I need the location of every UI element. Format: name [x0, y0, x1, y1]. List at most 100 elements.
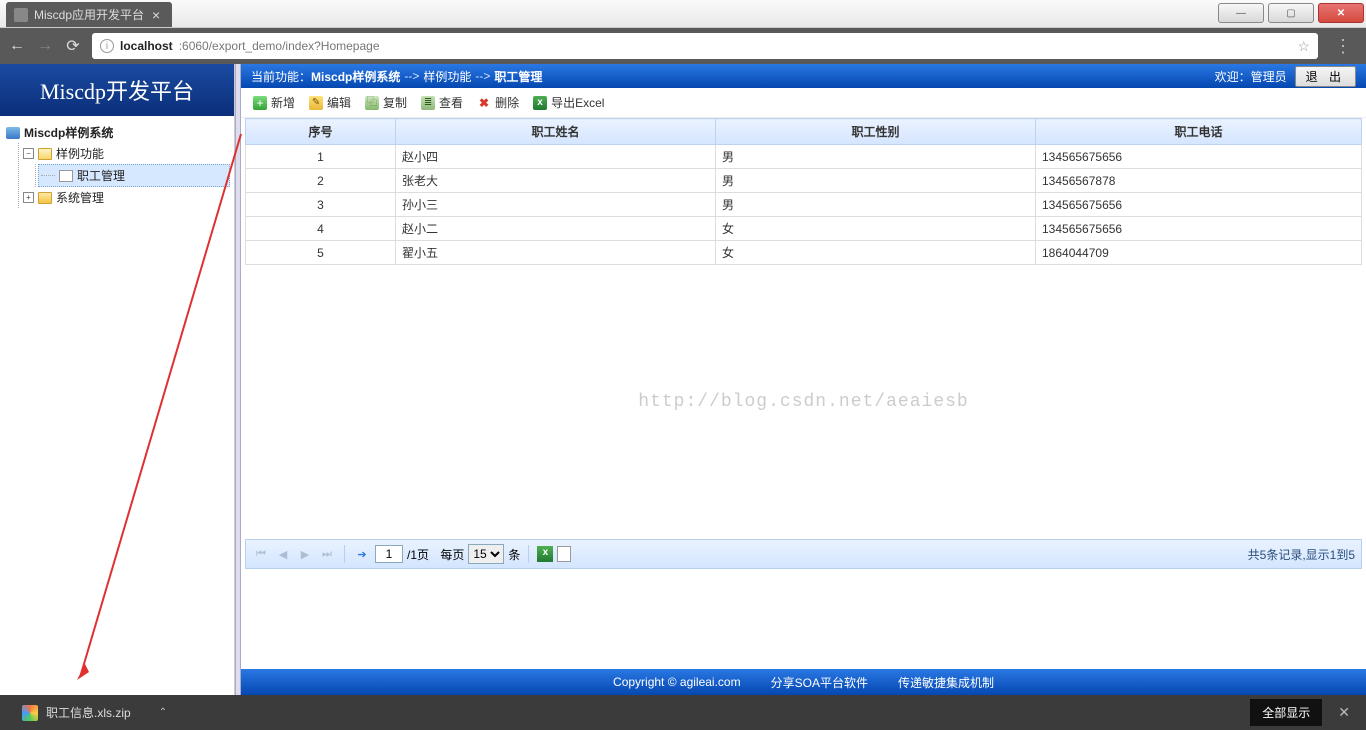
tree-node-system[interactable]: + 系统管理	[21, 187, 230, 208]
tree-root[interactable]: Miscdp样例系统	[4, 122, 230, 143]
url-path: :6060/export_demo/index?Homepage	[179, 39, 380, 53]
cell-phone: 134565675656	[1036, 145, 1362, 169]
breadcrumb-sep: -->	[475, 69, 490, 83]
window-close-button[interactable]: ✕	[1318, 3, 1364, 23]
col-name[interactable]: 职工姓名	[396, 119, 716, 145]
pager-perpage-pre: 每页	[440, 546, 464, 563]
col-phone[interactable]: 职工电话	[1036, 119, 1362, 145]
view-icon	[421, 96, 435, 110]
tab-favicon-icon	[14, 8, 28, 22]
pager-total-pages: /1页	[407, 546, 429, 563]
nav-forward-icon[interactable]: →	[36, 37, 54, 55]
server-icon	[6, 127, 20, 139]
edit-label: 编辑	[327, 94, 351, 111]
folder-icon	[38, 192, 52, 204]
tab-title: Miscdp应用开发平台	[34, 6, 144, 23]
tree-collapse-icon[interactable]: −	[23, 148, 34, 159]
add-button[interactable]: 新增	[253, 94, 295, 111]
pager-bar: ⏮ ◀ ▶ ⏭ ➔ /1页 每页 15 条 共5条记录,显示1到5	[245, 539, 1362, 569]
footer-slogan2: 传递敏捷集成机制	[898, 674, 994, 691]
download-bar: 职工信息.xls.zip ⌃ 全部显示 ✕	[0, 695, 1366, 730]
browser-nav-bar: ← → ⟳ i localhost:6060/export_demo/index…	[0, 28, 1366, 64]
edit-button[interactable]: 编辑	[309, 94, 351, 111]
edit-icon	[309, 96, 323, 110]
table-header-row: 序号 职工姓名 职工性别 职工电话	[246, 119, 1362, 145]
view-button[interactable]: 查看	[421, 94, 463, 111]
pager-export-icon[interactable]	[537, 546, 553, 562]
add-label: 新增	[271, 94, 295, 111]
table-row[interactable]: 3孙小三男134565675656	[246, 193, 1362, 217]
nav-tree: Miscdp样例系统 − 样例功能 职工管理 +	[0, 116, 234, 214]
browser-tab[interactable]: Miscdp应用开发平台 ×	[6, 2, 172, 27]
cell-idx: 5	[246, 241, 396, 265]
site-info-icon[interactable]: i	[100, 39, 114, 53]
pager-prev-icon[interactable]: ◀	[274, 545, 292, 563]
download-bar-close-icon[interactable]: ✕	[1332, 704, 1356, 721]
nav-back-icon[interactable]: ←	[8, 37, 26, 55]
bookmark-star-icon[interactable]: ☆	[1297, 38, 1310, 55]
welcome-text: 欢迎：管理员	[1215, 68, 1287, 85]
tree-leaf-employee[interactable]: 职工管理	[38, 164, 230, 187]
excel-icon	[533, 96, 547, 110]
browser-menu-icon[interactable]: ⋮	[1328, 36, 1358, 57]
download-menu-icon[interactable]: ⌃	[159, 707, 167, 718]
download-item[interactable]: 职工信息.xls.zip ⌃	[10, 700, 179, 725]
cell-phone: 134565675656	[1036, 193, 1362, 217]
export-excel-button[interactable]: 导出Excel	[533, 94, 604, 111]
breadcrumb-mid: 样例功能	[423, 68, 471, 85]
breadcrumb-bar: 当前功能： Miscdp样例系统 --> 样例功能 --> 职工管理 欢迎：管理…	[241, 64, 1366, 88]
pager-go-icon[interactable]: ➔	[353, 545, 371, 563]
pager-first-icon[interactable]: ⏮	[252, 545, 270, 563]
logout-button[interactable]: 退 出	[1295, 66, 1356, 87]
window-minimize-button[interactable]: —	[1218, 3, 1264, 23]
tree-node-system-label: 系统管理	[56, 189, 104, 206]
cell-gender: 女	[716, 241, 1036, 265]
address-bar[interactable]: i localhost:6060/export_demo/index?Homep…	[92, 33, 1318, 59]
tree-expand-icon[interactable]: +	[23, 192, 34, 203]
breadcrumb-leaf: 职工管理	[494, 68, 542, 85]
show-all-downloads-button[interactable]: 全部显示	[1250, 699, 1322, 726]
cell-idx: 4	[246, 217, 396, 241]
pager-next-icon[interactable]: ▶	[296, 545, 314, 563]
cell-gender: 女	[716, 217, 1036, 241]
delete-label: 删除	[495, 94, 519, 111]
pager-doc-icon[interactable]	[557, 546, 571, 562]
window-maximize-button[interactable]: ▢	[1268, 3, 1314, 23]
zip-file-icon	[22, 705, 38, 721]
cell-phone: 13456567878	[1036, 169, 1362, 193]
window-titlebar: Miscdp应用开发平台 × — ▢ ✕	[0, 0, 1366, 28]
table-row[interactable]: 2张老大男13456567878	[246, 169, 1362, 193]
delete-button[interactable]: 删除	[477, 94, 519, 111]
col-gender[interactable]: 职工性别	[716, 119, 1036, 145]
copy-button[interactable]: 复制	[365, 94, 407, 111]
footer-bar: Copyright © agileai.com 分享SOA平台软件 传递敏捷集成…	[241, 669, 1366, 695]
cell-gender: 男	[716, 193, 1036, 217]
breadcrumb-root: Miscdp样例系统	[311, 68, 400, 85]
tree-root-label: Miscdp样例系统	[24, 124, 113, 141]
document-icon	[59, 170, 73, 182]
pager-pagesize-select[interactable]: 15	[468, 544, 504, 564]
tab-close-icon[interactable]: ×	[150, 7, 162, 23]
cell-phone: 1864044709	[1036, 241, 1362, 265]
cell-gender: 男	[716, 145, 1036, 169]
table-row[interactable]: 1赵小四男134565675656	[246, 145, 1362, 169]
main-panel: 当前功能： Miscdp样例系统 --> 样例功能 --> 职工管理 欢迎：管理…	[241, 64, 1366, 695]
nav-reload-icon[interactable]: ⟳	[64, 37, 82, 55]
pager-last-icon[interactable]: ⏭	[318, 545, 336, 563]
breadcrumb-sep: -->	[404, 69, 419, 83]
export-label: 导出Excel	[551, 94, 604, 111]
table-row[interactable]: 4赵小二女134565675656	[246, 217, 1362, 241]
cell-idx: 3	[246, 193, 396, 217]
footer-slogan1: 分享SOA平台软件	[771, 674, 868, 691]
cell-name: 张老大	[396, 169, 716, 193]
cell-idx: 1	[246, 145, 396, 169]
add-icon	[253, 96, 267, 110]
table-row[interactable]: 5翟小五女1864044709	[246, 241, 1362, 265]
pager-page-input[interactable]	[375, 545, 403, 563]
watermark-text: http://blog.csdn.net/aeaiesb	[638, 392, 968, 412]
tree-node-sample[interactable]: − 样例功能	[21, 143, 230, 164]
copy-label: 复制	[383, 94, 407, 111]
folder-open-icon	[38, 148, 52, 160]
tree-leaf-employee-label: 职工管理	[77, 167, 125, 184]
col-idx[interactable]: 序号	[246, 119, 396, 145]
